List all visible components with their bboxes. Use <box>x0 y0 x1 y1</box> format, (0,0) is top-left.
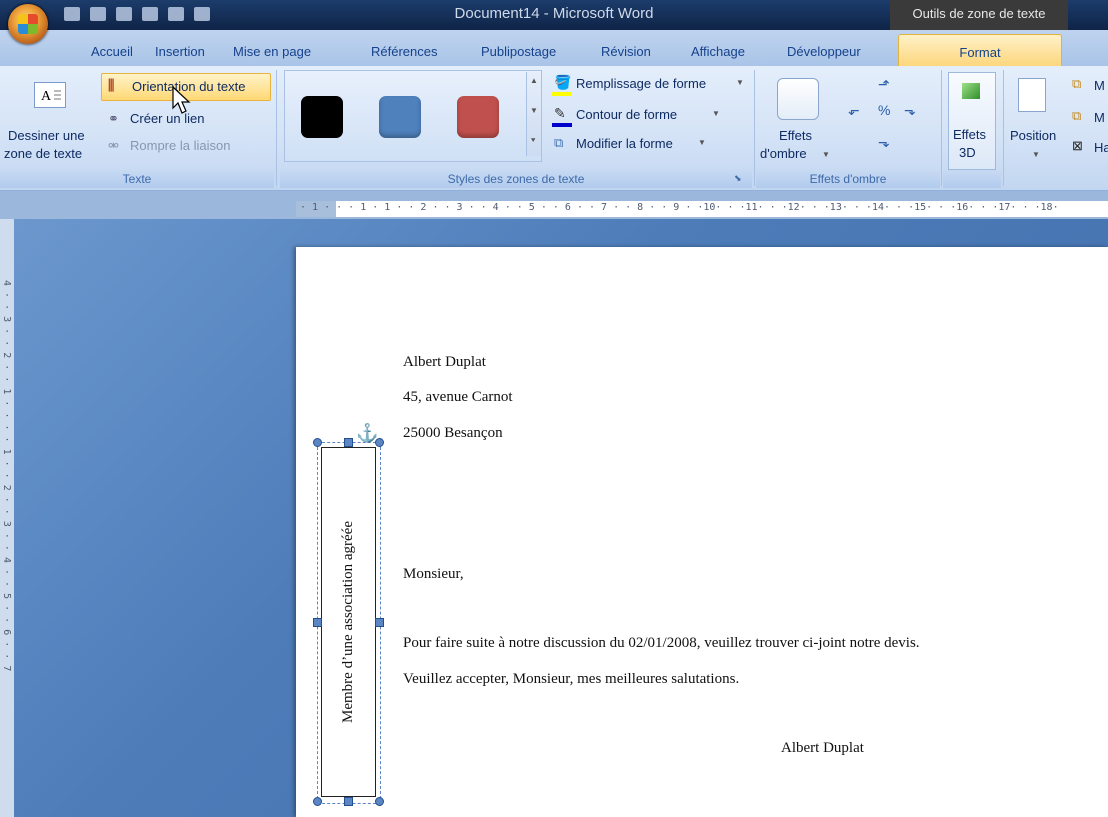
resize-handle-top[interactable] <box>344 438 353 447</box>
3d-effects-button[interactable]: Effets 3D <box>948 72 996 170</box>
tab-format[interactable]: Format <box>898 34 1062 67</box>
position-icon[interactable] <box>1018 78 1046 112</box>
shape-outline-label: Contour de forme <box>576 107 678 122</box>
tab-accueil[interactable]: Accueil <box>91 44 133 59</box>
shape-fill-button[interactable]: 🪣 Remplissage de forme ▼ <box>552 74 752 96</box>
3d-effects-label-1: Effets <box>953 127 987 142</box>
break-link-label: Rompre la liaison <box>130 138 231 153</box>
tab-revision[interactable]: Révision <box>601 44 651 59</box>
sender-street: 45, avenue Carnot <box>403 389 513 405</box>
tab-insertion[interactable]: Insertion <box>155 44 205 59</box>
ribbon: A Dessiner une zone de texte ⫼ Orientati… <box>0 66 1108 191</box>
chevron-down-icon: ▼ <box>1032 150 1040 159</box>
text-box-styles-gallery[interactable] <box>284 70 542 162</box>
shadow-effects-icon[interactable] <box>777 78 819 120</box>
tab-publipostage[interactable]: Publipostage <box>481 44 556 59</box>
sender-city: 25000 Besançon <box>403 425 503 441</box>
fill-color-bar <box>552 92 572 96</box>
ribbon-separator <box>276 70 277 186</box>
resize-handle-top-left[interactable] <box>313 438 322 447</box>
ruler-ticks: · 1 · · · 1 · 1 · · 2 · · 3 · · 4 · · 5 … <box>300 202 1059 213</box>
break-link-button[interactable]: ⚮ Rompre la liaison <box>108 138 278 158</box>
salutation: Monsieur, <box>403 566 464 582</box>
text-wrapping-label[interactable]: Ha <box>1094 140 1108 155</box>
office-logo-icon <box>18 14 38 34</box>
resize-handle-bottom-left[interactable] <box>313 797 322 806</box>
shadow-effects-label-1[interactable]: Effets <box>779 128 812 143</box>
resize-handle-bottom[interactable] <box>344 797 353 806</box>
document-page[interactable] <box>296 247 1108 817</box>
ribbon-separator <box>754 70 755 186</box>
change-shape-button[interactable]: ⧉ Modifier la forme ▼ <box>552 135 752 156</box>
nudge-up-icon[interactable]: ⬏ <box>878 76 890 93</box>
change-shape-label: Modifier la forme <box>576 136 673 151</box>
send-backward-icon[interactable]: ⧉ <box>1072 108 1081 124</box>
text-direction-icon: ⫼ <box>108 77 115 93</box>
tab-mise-en-page[interactable]: Mise en page <box>233 44 311 59</box>
send-backward-label[interactable]: M <box>1094 110 1105 125</box>
text-box-content: Membre d’une association agréée <box>340 521 356 723</box>
toggle-shadow-icon[interactable]: % <box>878 102 890 118</box>
3d-effects-label-2: 3D <box>959 145 976 160</box>
signature: Albert Duplat <box>781 740 864 756</box>
3d-cube-icon <box>962 83 980 99</box>
vertical-ruler-ticks: 4 · · 3 · · 2 · · 1 · · · · 1 · · 2 · · … <box>1 280 12 672</box>
resize-handle-right[interactable] <box>375 618 384 627</box>
style-swatch-red[interactable] <box>457 96 499 138</box>
ribbon-separator <box>941 70 942 186</box>
resize-handle-bottom-right[interactable] <box>375 797 384 806</box>
resize-handle-left[interactable] <box>313 618 322 627</box>
office-button[interactable] <box>8 4 48 44</box>
style-swatch-blue[interactable] <box>379 96 421 138</box>
shape-outline-button[interactable]: ✎ Contour de forme ▼ <box>552 105 752 127</box>
group-label-styles: Styles des zones de texte <box>280 170 752 188</box>
svg-text:A: A <box>41 89 52 104</box>
chevron-down-icon: ▼ <box>822 150 830 159</box>
body-paragraph-1: Pour faire suite à notre discussion du 0… <box>403 635 920 651</box>
draw-text-box-label-1[interactable]: Dessiner une <box>8 128 85 143</box>
body-paragraph-2: Veuillez accepter, Monsieur, mes meilleu… <box>403 671 740 687</box>
group-label-shadow: Effets d'ombre <box>756 170 940 188</box>
outline-color-bar <box>552 123 572 127</box>
dialog-launcher-icon[interactable]: ⬊ <box>734 173 742 184</box>
sender-name: Albert Duplat <box>403 354 486 370</box>
tab-developpeur[interactable]: Développeur <box>787 44 861 59</box>
chevron-down-icon: ▼ <box>712 109 720 118</box>
chevron-down-icon: ▼ <box>698 138 706 147</box>
shape-fill-label: Remplissage de forme <box>576 76 707 91</box>
scroll-up-icon[interactable]: ▲ <box>530 76 538 85</box>
vertical-text-box[interactable]: Membre d’une association agréée <box>321 447 376 797</box>
paint-bucket-icon: 🪣 <box>554 74 572 90</box>
draw-text-box-icon: A <box>34 82 66 108</box>
change-shape-icon: ⧉ <box>554 135 564 150</box>
text-wrapping-icon[interactable]: ⊠ <box>1072 138 1083 154</box>
contextual-tab-group-label: Outils de zone de texte <box>890 0 1068 30</box>
tab-references[interactable]: Références <box>371 44 437 59</box>
gallery-more-icon[interactable]: ⯆ <box>530 136 536 146</box>
broken-link-icon: ⚮ <box>108 138 119 153</box>
group-label-texte: Texte <box>0 170 274 188</box>
chevron-down-icon: ▼ <box>736 78 744 87</box>
bring-forward-icon[interactable]: ⧉ <box>1072 76 1081 92</box>
style-swatch-black[interactable] <box>301 96 343 138</box>
bring-forward-label[interactable]: M <box>1094 78 1105 93</box>
mouse-cursor-icon <box>172 86 191 114</box>
ribbon-separator <box>1003 70 1004 186</box>
resize-handle-top-right[interactable] <box>375 438 384 447</box>
tab-affichage[interactable]: Affichage <box>691 44 745 59</box>
pen-icon: ✎ <box>554 105 566 121</box>
shadow-effects-label-2[interactable]: d'ombre <box>760 146 807 161</box>
scroll-down-icon[interactable]: ▼ <box>530 106 538 115</box>
nudge-right-icon[interactable]: ⬎ <box>904 102 916 119</box>
draw-text-box-label-2[interactable]: zone de texte <box>4 146 82 161</box>
nudge-down-icon[interactable]: ⬎ <box>878 134 890 151</box>
position-label[interactable]: Position <box>1010 128 1056 143</box>
tab-format-label: Format <box>959 45 1001 60</box>
link-icon: ⚭ <box>108 111 119 126</box>
gallery-scroll[interactable]: ▲ ▼ ⯆ <box>526 72 541 156</box>
group-label-3d <box>943 170 1001 188</box>
nudge-left-icon[interactable]: ⬐ <box>848 102 860 119</box>
